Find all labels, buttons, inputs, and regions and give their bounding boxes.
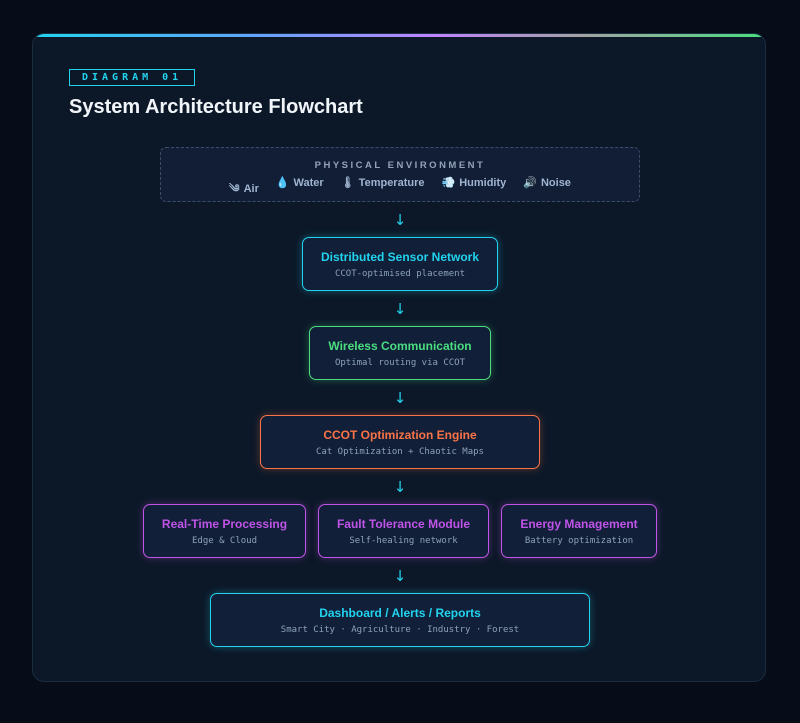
node-subtitle: Cat Optimization + Chaotic Maps	[316, 447, 484, 457]
flow-arrow-icon: ↓	[393, 211, 407, 229]
node-title: Dashboard / Alerts / Reports	[319, 606, 481, 620]
flow-arrow-icon: ↓	[393, 300, 407, 318]
flow-arrow-icon: ↓	[393, 389, 407, 407]
physical-environment-box: PHYSICAL ENVIRONMENT ༄ Air 💧 Water 🌡 Temper…	[160, 147, 640, 202]
wind-icon: ༄	[229, 183, 240, 195]
env-item-air: ༄ Air	[229, 176, 259, 207]
node-ccot-engine: CCOT Optimization Engine Cat Optimizatio…	[260, 415, 540, 469]
node-realtime-processing: Real-Time Processing Edge & Cloud	[143, 504, 306, 558]
flow-arrow-icon: ↓	[393, 567, 407, 585]
node-title: Real-Time Processing	[161, 517, 288, 531]
environment-title: PHYSICAL ENVIRONMENT	[314, 160, 486, 171]
env-item-label: Air	[243, 183, 259, 195]
node-title: Distributed Sensor Network	[320, 250, 480, 264]
node-title: Energy Management	[520, 517, 638, 531]
node-subtitle: Optimal routing via CCOT	[334, 358, 466, 368]
env-item-noise: 🔊 Noise	[523, 176, 571, 207]
node-subtitle: Battery optimization	[524, 536, 634, 546]
env-item-label: Water	[293, 177, 324, 189]
env-item-temperature: 🌡 Temperature	[341, 176, 425, 207]
node-subtitle: Edge & Cloud	[191, 536, 258, 546]
node-fault-tolerance: Fault Tolerance Module Self-healing netw…	[318, 504, 489, 558]
vapor-icon: 💨	[441, 177, 456, 189]
diagram-badge: DIAGRAM 01	[69, 69, 196, 86]
diagram-card: DIAGRAM 01 System Architecture Flowchart…	[32, 33, 766, 682]
speaker-icon: 🔊	[523, 177, 537, 189]
node-title: CCOT Optimization Engine	[323, 428, 477, 442]
node-dashboard: Dashboard / Alerts / Reports Smart City …	[210, 593, 590, 647]
page-title: System Architecture Flowchart	[69, 96, 363, 118]
node-subtitle: Smart City · Agriculture · Industry · Fo…	[280, 625, 520, 635]
gradient-accent-bar	[33, 34, 765, 37]
droplet-icon: 💧	[275, 177, 290, 189]
env-item-label: Humidity	[459, 177, 507, 189]
node-title: Fault Tolerance Module	[336, 517, 471, 531]
node-wireless-communication: Wireless Communication Optimal routing v…	[309, 326, 491, 380]
env-item-label: Noise	[540, 177, 571, 189]
node-subtitle: CCOT-optimised placement	[334, 269, 466, 279]
env-item-humidity: 💨 Humidity	[442, 176, 507, 207]
node-energy-management: Energy Management Battery optimization	[501, 504, 657, 558]
env-item-water: 💧 Water	[276, 176, 324, 207]
node-sensor-network: Distributed Sensor Network CCOT-optimise…	[302, 237, 498, 291]
node-subtitle: Self-healing network	[349, 536, 458, 546]
env-item-label: Temperature	[358, 177, 425, 189]
environment-items: ༄ Air 💧 Water 🌡 Temperature 💨 Humidity 🔊 Nois…	[161, 176, 639, 207]
thermometer-icon: 🌡	[340, 177, 355, 189]
flow-arrow-icon: ↓	[393, 478, 407, 496]
node-title: Wireless Communication	[328, 339, 472, 353]
